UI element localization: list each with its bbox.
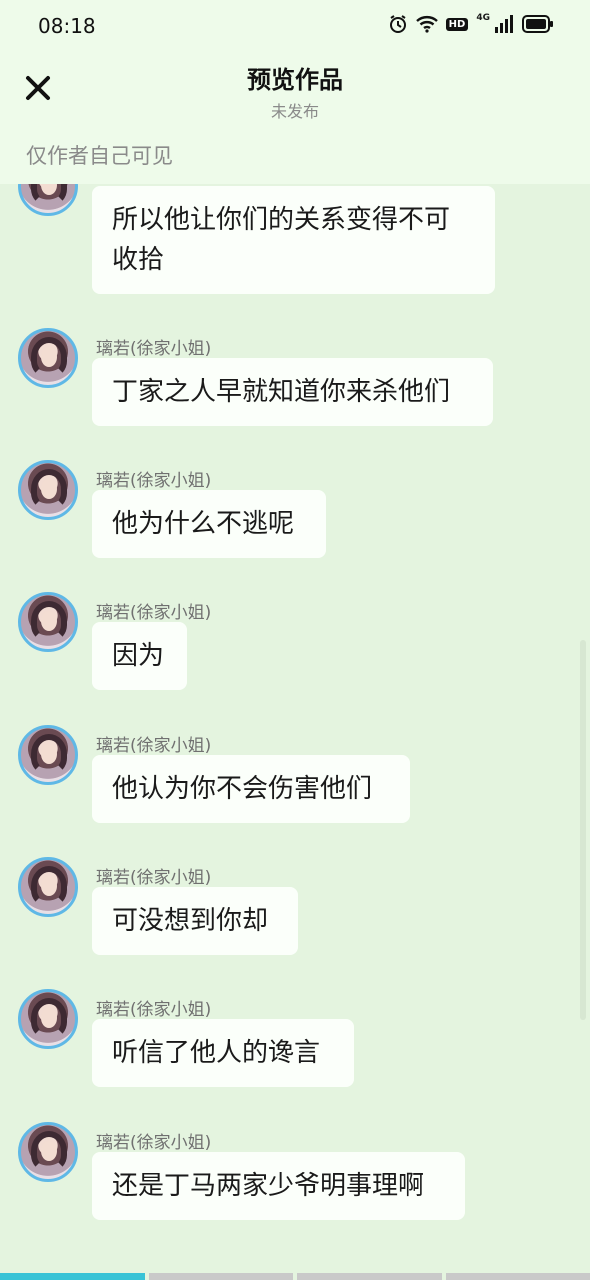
message-bubble[interactable]: 他为什么不逃呢 (92, 490, 326, 558)
message-bubble[interactable]: 可没想到你却 (92, 887, 298, 955)
message-bubble[interactable]: 还是丁马两家少爷明事理啊 (92, 1152, 465, 1220)
signal-icon (494, 15, 514, 33)
message-text-line: 听信了他人的谗言 (112, 1038, 321, 1068)
top-bar: 08:18 HD 4G 预览作品 未发布 仅作者自己可见 (0, 0, 590, 184)
battery-icon (522, 15, 554, 33)
visibility-note: 仅作者自己可见 (26, 144, 173, 168)
progress-segment (445, 1273, 590, 1280)
progress-segment (297, 1273, 442, 1280)
wifi-icon (415, 15, 438, 33)
scrollbar[interactable] (580, 640, 586, 1020)
avatar[interactable] (18, 857, 78, 917)
message-bubble[interactable]: 所以他让你们的关系变得不可 收拾 (92, 186, 495, 294)
publish-status: 未发布 (270, 102, 319, 121)
sender-name: 璃若(徐家小姐) (96, 1133, 212, 1153)
message-text-line: 收拾 (112, 245, 165, 275)
avatar[interactable] (18, 989, 78, 1049)
hd-badge: HD (445, 17, 469, 31)
message-text-line: 所以他让你们的关系变得不可 (112, 205, 451, 235)
progress-segment (0, 1273, 145, 1280)
message-text-line: 可没想到你却 (112, 906, 269, 936)
avatar[interactable] (18, 460, 78, 520)
network-type-label: 4G (476, 13, 490, 23)
message-bubble[interactable]: 因为 (92, 622, 187, 690)
status-time: 08:18 (38, 14, 96, 38)
sender-name: 璃若(徐家小姐) (96, 603, 212, 623)
sender-name: 璃若(徐家小姐) (96, 339, 212, 359)
chat-list[interactable]: 所以他让你们的关系变得不可 收拾 璃若(徐家小姐) 丁家之人早就知道你来杀他们 … (0, 0, 590, 1280)
sender-name: 璃若(徐家小姐) (96, 471, 212, 491)
sender-name: 璃若(徐家小姐) (96, 1000, 212, 1020)
status-icons: HD 4G (388, 13, 554, 34)
message-bubble[interactable]: 听信了他人的谗言 (92, 1019, 354, 1087)
message-bubble[interactable]: 丁家之人早就知道你来杀他们 (92, 358, 493, 426)
sender-name: 璃若(徐家小姐) (96, 736, 212, 756)
message-text-line: 还是丁马两家少爷明事理啊 (112, 1171, 425, 1201)
sender-name: 璃若(徐家小姐) (96, 868, 212, 888)
page-title: 预览作品 (247, 66, 343, 94)
message-bubble[interactable]: 他认为你不会伤害他们 (92, 755, 410, 823)
avatar[interactable] (18, 328, 78, 388)
message-text-line: 他为什么不逃呢 (112, 509, 295, 539)
message-text-line: 他认为你不会伤害他们 (112, 774, 373, 804)
alarm-icon (388, 14, 408, 34)
progress-segment (148, 1273, 293, 1280)
progress-indicator (0, 1273, 590, 1280)
avatar[interactable] (18, 1122, 78, 1182)
avatar[interactable] (18, 725, 78, 785)
avatar[interactable] (18, 592, 78, 652)
message-text-line: 丁家之人早就知道你来杀他们 (112, 377, 451, 407)
message-text-line: 因为 (112, 641, 165, 671)
